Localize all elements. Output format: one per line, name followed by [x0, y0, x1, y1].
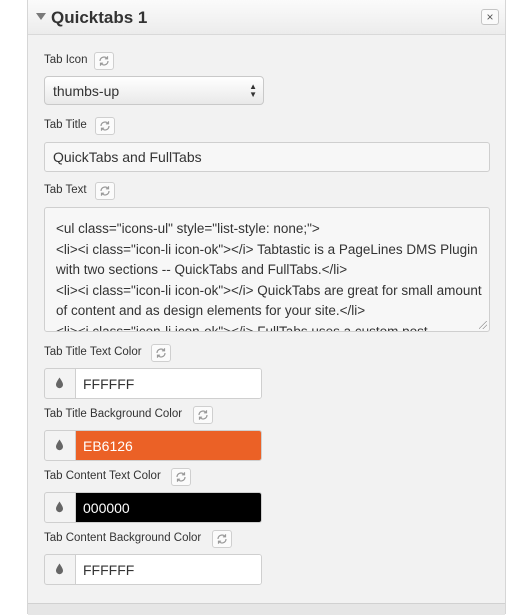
- content-text-color-field[interactable]: 000000: [44, 492, 262, 523]
- quicktabs-panel: Quicktabs 1 × Tab Icon thumbs-up ▲ ▼ Tab …: [27, 0, 506, 615]
- drop-icon: [56, 377, 63, 389]
- title-bg-color-swatch[interactable]: EB6126: [76, 431, 261, 460]
- panel-header[interactable]: Quicktabs 1 ×: [28, 0, 505, 35]
- color-picker-button[interactable]: [45, 493, 76, 522]
- color-picker-button[interactable]: [45, 555, 76, 584]
- close-button[interactable]: ×: [481, 9, 499, 25]
- title-text-color-value: FFFFFF: [83, 376, 135, 392]
- content-bg-color-value: FFFFFF: [83, 562, 135, 578]
- refresh-icon: [156, 348, 166, 358]
- drop-icon: [56, 501, 63, 513]
- content-bg-color-reset-button[interactable]: [212, 530, 232, 548]
- next-panel-header[interactable]: [28, 603, 505, 615]
- refresh-icon: [198, 410, 208, 420]
- drop-icon: [56, 563, 63, 575]
- select-arrows-icon: ▲ ▼: [249, 82, 257, 99]
- title-text-color-label: Tab Title Text Color: [44, 346, 142, 358]
- tab-text-textarea[interactable]: <ul class="icons-ul" style="list-style: …: [44, 207, 490, 332]
- tab-title-input[interactable]: QuickTabs and FullTabs: [44, 142, 490, 172]
- content-text-color-reset-button[interactable]: [171, 468, 191, 486]
- refresh-icon: [100, 186, 110, 196]
- tab-icon-reset-button[interactable]: [94, 52, 114, 70]
- tab-text-reset-button[interactable]: [95, 182, 115, 200]
- tab-title-value: QuickTabs and FullTabs: [53, 149, 202, 165]
- tab-icon-value: thumbs-up: [53, 83, 120, 99]
- tab-title-reset-button[interactable]: [95, 117, 115, 135]
- color-picker-button[interactable]: [45, 431, 76, 460]
- resize-handle-icon[interactable]: [479, 321, 487, 329]
- panel-title: Quicktabs 1: [51, 8, 148, 27]
- tab-text-label: Tab Text: [44, 184, 87, 196]
- drop-icon: [56, 439, 63, 451]
- tab-icon-label: Tab Icon: [44, 54, 88, 66]
- refresh-icon: [176, 472, 186, 482]
- title-bg-color-reset-button[interactable]: [193, 406, 213, 424]
- tab-icon-select[interactable]: thumbs-up ▲ ▼: [44, 76, 264, 105]
- content-bg-color-swatch[interactable]: FFFFFF: [76, 555, 261, 584]
- content-bg-color-label: Tab Content Background Color: [44, 532, 202, 544]
- caret-down-icon[interactable]: [36, 13, 46, 20]
- refresh-icon: [217, 534, 227, 544]
- color-picker-button[interactable]: [45, 369, 76, 398]
- tab-text-value: <ul class="icons-ul" style="list-style: …: [56, 221, 482, 332]
- title-text-color-field[interactable]: FFFFFF: [44, 368, 262, 399]
- title-bg-color-field[interactable]: EB6126: [44, 430, 262, 461]
- title-text-color-swatch[interactable]: FFFFFF: [76, 369, 261, 398]
- tab-title-label: Tab Title: [44, 119, 87, 131]
- content-bg-color-field[interactable]: FFFFFF: [44, 554, 262, 585]
- refresh-icon: [100, 121, 110, 131]
- content-text-color-label: Tab Content Text Color: [44, 470, 161, 482]
- content-text-color-value: 000000: [83, 500, 130, 516]
- refresh-icon: [99, 56, 109, 66]
- title-bg-color-value: EB6126: [83, 438, 133, 454]
- title-text-color-reset-button[interactable]: [151, 344, 171, 362]
- content-text-color-swatch[interactable]: 000000: [76, 493, 261, 522]
- title-bg-color-label: Tab Title Background Color: [44, 408, 183, 420]
